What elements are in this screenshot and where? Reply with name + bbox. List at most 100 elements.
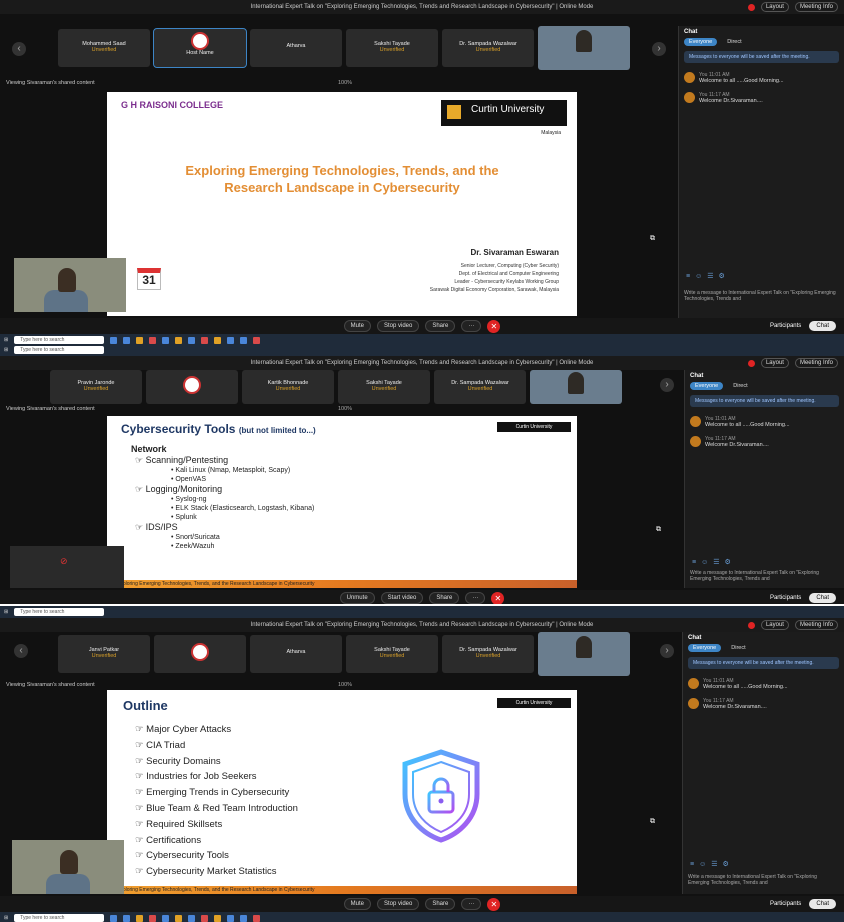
record-icon[interactable]: [747, 359, 755, 367]
chat-button[interactable]: Chat: [809, 899, 836, 909]
record-icon[interactable]: [747, 621, 755, 629]
outline-list: ☞ Major Cyber Attacks ☞ CIA Triad ☞ Secu…: [135, 724, 298, 878]
more-button[interactable]: ···: [461, 898, 482, 910]
participants-button[interactable]: Participants: [770, 323, 801, 329]
participant-tile[interactable]: Mohammed Saad Unverified: [58, 29, 150, 67]
participants-button[interactable]: Participants: [770, 901, 801, 907]
self-view-video[interactable]: [12, 840, 124, 894]
windows-start-icon[interactable]: ⊞: [4, 609, 8, 615]
next-page-icon[interactable]: ›: [652, 42, 666, 56]
avatar: [688, 698, 699, 709]
self-view-video[interactable]: [14, 258, 126, 312]
unmute-button[interactable]: Unmute: [339, 592, 375, 604]
share-button[interactable]: Share: [429, 592, 460, 604]
prev-page-icon[interactable]: ‹: [14, 644, 28, 658]
leave-button[interactable]: ✕: [491, 591, 505, 604]
tab-direct[interactable]: Direct: [726, 644, 750, 652]
tab-everyone[interactable]: Everyone: [684, 38, 718, 46]
windows-start-icon[interactable]: ⊞: [4, 347, 8, 353]
participant-tile[interactable]: Sakshi Tayade Unverified: [346, 29, 438, 67]
taskbar-apps[interactable]: [110, 336, 261, 344]
viewing-label: Viewing Sivaraman's shared content: [6, 682, 95, 688]
chat-input[interactable]: Write a message to International Expert …: [684, 290, 839, 302]
windows-start-icon[interactable]: ⊞: [4, 337, 8, 343]
participant-tile[interactable]: Dr. Sampada Wazalwar Unverified: [442, 635, 534, 673]
shared-slide: Cybersecurity Tools (but not limited to.…: [107, 416, 577, 588]
chat-input[interactable]: Write a message to International Expert …: [688, 874, 839, 886]
chat-input[interactable]: Write a message to International Expert …: [690, 570, 839, 582]
leave-button[interactable]: ✕: [487, 319, 501, 333]
chat-button[interactable]: Chat: [809, 321, 836, 331]
participant-tile[interactable]: [146, 370, 238, 404]
next-page-icon[interactable]: ›: [660, 644, 674, 658]
zoom-level[interactable]: 100%: [338, 682, 352, 688]
taskbar-apps[interactable]: [110, 914, 261, 922]
taskbar-search[interactable]: Type here to search: [14, 346, 105, 354]
mute-button[interactable]: Mute: [343, 320, 371, 332]
tab-direct[interactable]: Direct: [728, 382, 752, 390]
start-video-button[interactable]: Start video: [380, 592, 424, 604]
participant-tile[interactable]: Dr. Sampada Wazalwar Unverified: [434, 370, 526, 404]
mute-button[interactable]: Mute: [343, 898, 371, 910]
university-logo: Curtin University: [497, 422, 571, 432]
chat-message: You 11:01 AM Welcome to all .....Good Mor…: [679, 68, 844, 88]
participant-tile[interactable]: Host Name: [153, 28, 247, 68]
meeting-info-button[interactable]: Meeting Info: [794, 358, 838, 368]
tab-direct[interactable]: Direct: [722, 38, 746, 46]
taskbar-search[interactable]: Type here to search: [14, 608, 105, 616]
self-face: [58, 268, 76, 292]
zoom-level[interactable]: 100%: [338, 406, 352, 412]
taskbar-search[interactable]: Type here to search: [14, 914, 105, 922]
meeting-info-button[interactable]: Meeting Info: [794, 620, 838, 630]
taskbar-search[interactable]: Type here to search: [14, 336, 105, 344]
prev-page-icon[interactable]: ‹: [12, 42, 26, 56]
participant-tile[interactable]: [154, 635, 246, 673]
participant-tile[interactable]: Sakshi Tayade Unverified: [338, 370, 430, 404]
leave-button[interactable]: ✕: [487, 897, 501, 911]
chat-message: You 11:01 AM Welcome to all .....Good Mor…: [685, 412, 844, 432]
participant-tile[interactable]: Pravin Jaronde Unverified: [50, 370, 142, 404]
participant-tile[interactable]: Kartik Bhonnade Unverified: [242, 370, 334, 404]
speaker-video-tile[interactable]: [538, 632, 630, 676]
speaker-details: Senior Lecturer, Computing (Cyber Securi…: [429, 263, 559, 293]
pop-out-icon[interactable]: ⧉: [650, 818, 655, 826]
layout-button[interactable]: Layout: [760, 2, 789, 12]
layout-button[interactable]: Layout: [760, 620, 789, 630]
more-button[interactable]: ···: [461, 320, 482, 332]
pop-out-icon[interactable]: ⧉: [656, 526, 661, 534]
chat-button[interactable]: Chat: [809, 593, 836, 603]
more-button[interactable]: ···: [465, 592, 486, 604]
layout-button[interactable]: Layout: [760, 358, 789, 368]
participant-tile[interactable]: Janvi Patkar Unverified: [58, 635, 150, 673]
share-button[interactable]: Share: [425, 320, 456, 332]
zoom-level[interactable]: 100%: [338, 80, 352, 86]
college-logo-icon: [191, 32, 209, 50]
chat-notice: Messages to everyone will be saved after…: [684, 51, 839, 63]
chat-notice: Messages to everyone will be saved after…: [690, 395, 839, 407]
participant-tile[interactable]: Dr. Sampada Wazalwar Unverified: [442, 29, 534, 67]
share-button[interactable]: Share: [425, 898, 456, 910]
speaker-avatar: [568, 372, 584, 394]
next-page-icon[interactable]: ›: [660, 378, 674, 392]
self-view-video-off[interactable]: ⊘: [10, 546, 124, 588]
chat-format-icons[interactable]: ≡☺☰⚙: [692, 558, 736, 566]
chat-message: You 11:17 AM Welcome Dr.Sivaraman....: [683, 694, 844, 714]
chat-format-icons[interactable]: ≡☺☰⚙: [686, 272, 730, 280]
participant-tile[interactable]: Sakshi Tayade Unverified: [346, 635, 438, 673]
stop-video-button[interactable]: Stop video: [376, 898, 420, 910]
meeting-info-button[interactable]: Meeting Info: [794, 2, 838, 12]
pop-out-icon[interactable]: ⧉: [650, 235, 655, 243]
stop-video-button[interactable]: Stop video: [376, 320, 420, 332]
windows-start-icon[interactable]: ⊞: [4, 915, 8, 921]
participant-strip: Mohammed Saad Unverified Host Name Atharv…: [58, 26, 630, 70]
tab-everyone[interactable]: Everyone: [688, 644, 722, 652]
tab-everyone[interactable]: Everyone: [690, 382, 724, 390]
meeting-panel-1: International Expert Talk on "Exploring …: [0, 0, 844, 344]
speaker-video-tile[interactable]: [530, 370, 622, 404]
participant-tile[interactable]: Atharva: [250, 635, 342, 673]
chat-format-icons[interactable]: ≡☺☰⚙: [690, 860, 734, 868]
participants-button[interactable]: Participants: [770, 595, 801, 601]
record-icon[interactable]: [747, 3, 755, 11]
participant-tile[interactable]: Atharva: [250, 29, 342, 67]
speaker-video-tile[interactable]: [538, 26, 630, 70]
